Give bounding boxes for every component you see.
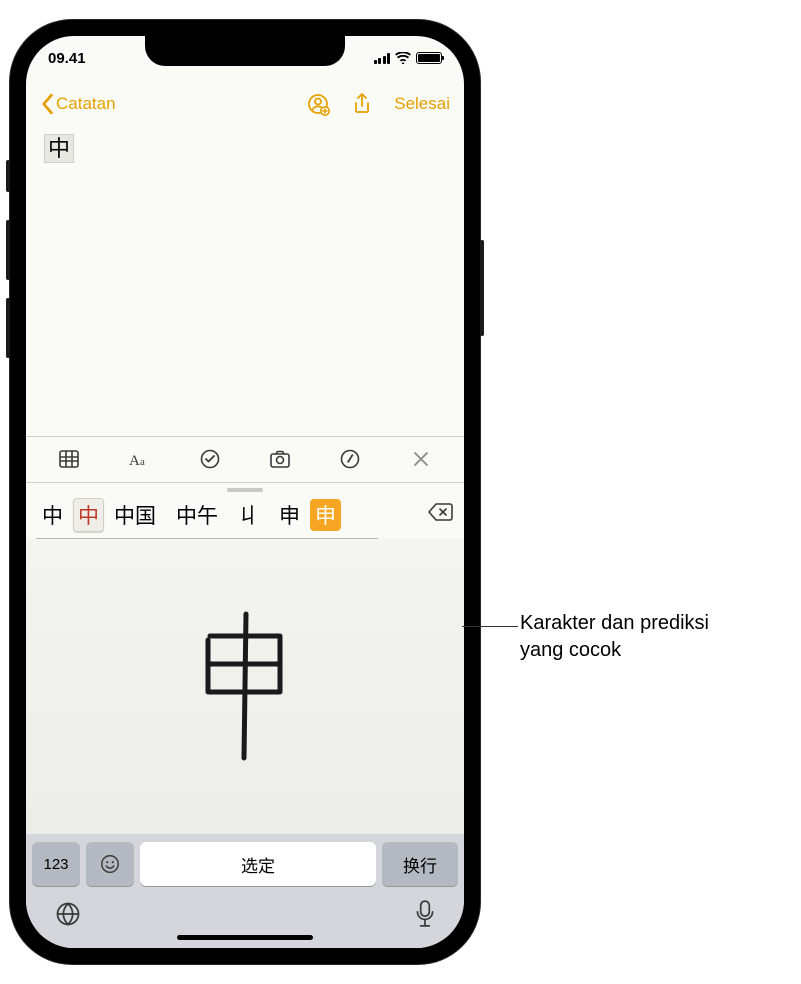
callout-leader-line	[462, 626, 518, 627]
callout: Karakter dan prediksi yang cocok	[520, 610, 709, 664]
candidate-1-selected[interactable]: 中	[73, 498, 104, 532]
iphone-frame: 09.41 Catatan	[10, 20, 480, 964]
notes-format-toolbar: Aa	[26, 436, 464, 482]
screen: 09.41 Catatan	[26, 36, 464, 948]
handwriting-pad[interactable]	[26, 539, 464, 835]
delete-key[interactable]	[424, 500, 458, 529]
battery-icon	[416, 52, 442, 64]
callout-line1: Karakter dan prediksi	[520, 612, 709, 634]
candidate-4[interactable]: 丩	[228, 498, 269, 532]
camera-icon[interactable]	[268, 447, 292, 471]
cellular-signal-icon	[374, 52, 391, 64]
space-key[interactable]: 选定	[140, 842, 376, 886]
callout-line2: yang cocok	[520, 639, 621, 661]
power-button	[480, 240, 484, 336]
back-button[interactable]: Catatan	[40, 93, 116, 115]
chevron-left-icon	[40, 93, 54, 115]
table-icon[interactable]	[57, 447, 81, 471]
back-label: Catatan	[56, 94, 116, 114]
note-content[interactable]: 中	[26, 128, 464, 436]
candidate-6-highlighted[interactable]: 申	[310, 499, 341, 531]
svg-text:a: a	[140, 456, 145, 468]
inserted-character: 中	[44, 134, 74, 163]
notch	[145, 36, 345, 66]
collaborate-icon[interactable]	[306, 92, 330, 116]
home-indicator[interactable]	[177, 935, 313, 940]
status-time: 09.41	[48, 50, 86, 67]
dictation-key[interactable]	[414, 900, 436, 933]
silence-switch	[6, 160, 10, 192]
close-toolbar-icon[interactable]	[409, 447, 433, 471]
keyboard-region: 123 选定 换行	[26, 834, 464, 948]
nav-bar: Catatan Selesai	[26, 80, 464, 128]
status-right	[374, 52, 443, 64]
wifi-icon	[395, 52, 411, 64]
candidate-0[interactable]: 中	[32, 498, 73, 532]
handwritten-stroke	[180, 606, 310, 766]
return-key[interactable]: 换行	[382, 842, 458, 886]
volume-up-button	[6, 220, 10, 280]
emoji-key[interactable]	[86, 842, 134, 886]
candidate-bar: 中 中 中国 中午 丩 申 申	[26, 482, 464, 539]
candidate-5[interactable]: 申	[269, 498, 310, 532]
markup-icon[interactable]	[338, 447, 362, 471]
volume-down-button	[6, 298, 10, 358]
keyboard-grabber[interactable]	[227, 488, 263, 492]
candidate-2[interactable]: 中国	[104, 498, 166, 532]
numbers-key[interactable]: 123	[32, 842, 80, 886]
globe-key[interactable]	[54, 900, 82, 933]
checklist-icon[interactable]	[198, 447, 222, 471]
svg-text:A: A	[129, 453, 140, 469]
candidate-3[interactable]: 中午	[166, 498, 228, 532]
done-button[interactable]: Selesai	[394, 94, 450, 114]
share-icon[interactable]	[350, 92, 374, 116]
text-format-icon[interactable]: Aa	[127, 447, 151, 471]
